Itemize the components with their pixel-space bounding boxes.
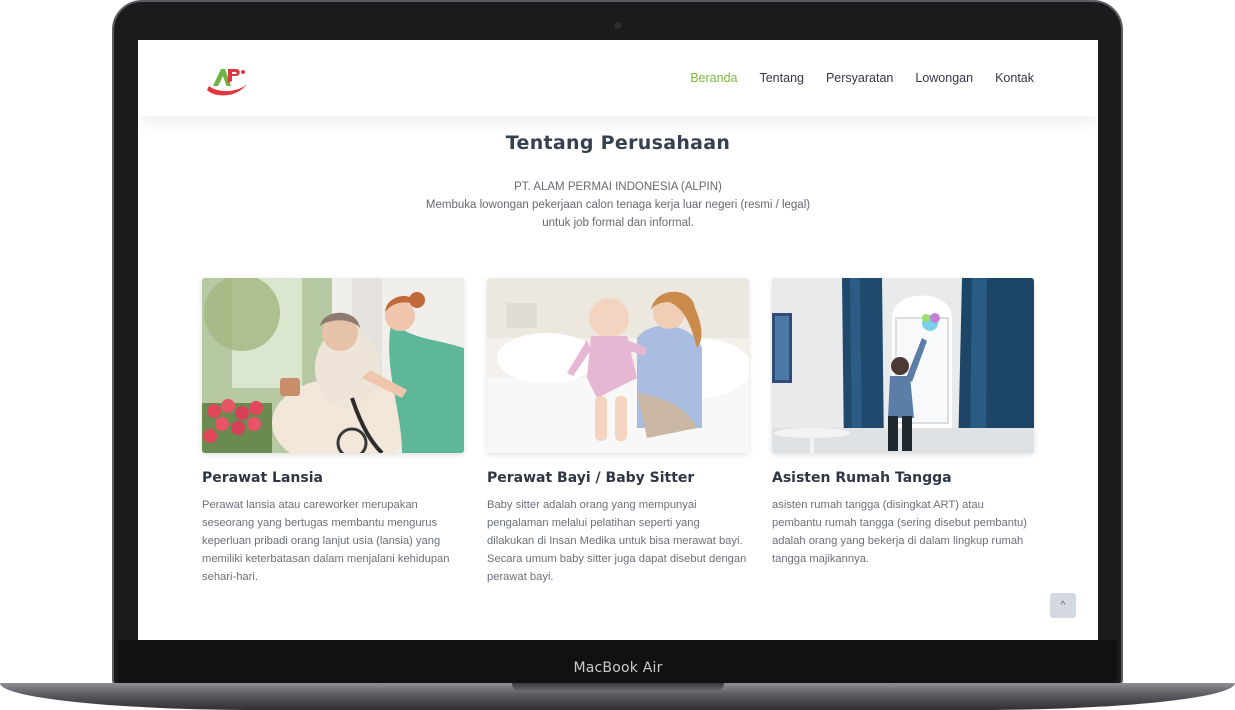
nav-beranda[interactable]: Beranda: [690, 71, 737, 85]
intro-line-1: Membuka lowongan pekerjaan calon tenaga …: [425, 199, 811, 211]
card-asisten-rumah-tangga: Asisten Rumah Tangga asisten rumah tangg…: [772, 278, 1034, 586]
card-description: Baby sitter adalah orang yang mempunyai …: [487, 499, 747, 583]
main-nav: Beranda Tentang Persyaratan Lowongan Kon…: [690, 71, 1034, 85]
back-to-top-button[interactable]: ^: [1050, 593, 1076, 618]
company-name: PT. ALAM PERMAI INDONESIA (ALPIN): [514, 181, 722, 193]
company-intro: PT. ALAM PERMAI INDONESIA (ALPIN) Membuk…: [138, 178, 1098, 232]
nav-lowongan[interactable]: Lowongan: [915, 71, 973, 85]
nav-kontak[interactable]: Kontak: [995, 71, 1034, 85]
site-header: Beranda Tentang Persyaratan Lowongan Kon…: [138, 40, 1098, 116]
card-title: Asisten Rumah Tangga: [772, 470, 952, 486]
baby-sitter-image: [487, 278, 749, 453]
card-title: Perawat Lansia: [202, 470, 323, 486]
camera-icon: [614, 22, 621, 29]
chevron-up-icon: ^: [1060, 600, 1066, 611]
card-baby-sitter: Perawat Bayi / Baby Sitter Baby sitter a…: [487, 278, 749, 586]
laptop-notch: [512, 683, 724, 692]
nav-persyaratan[interactable]: Persyaratan: [826, 71, 893, 85]
service-cards: Perawat Lansia Perawat lansia atau carew…: [202, 278, 1034, 586]
card-description: Perawat lansia atau careworker merupakan…: [202, 499, 450, 583]
nav-tentang[interactable]: Tentang: [759, 71, 803, 85]
elderly-care-image: [202, 278, 464, 453]
section-title: Tentang Perusahaan: [505, 132, 731, 154]
housekeeper-image: [772, 278, 1034, 453]
alpin-logo-icon[interactable]: [203, 64, 251, 98]
device-label: MacBook Air: [573, 660, 663, 676]
screen: Beranda Tentang Persyaratan Lowongan Kon…: [138, 40, 1098, 640]
intro-line-2: untuk job formal dan informal.: [542, 217, 694, 229]
card-description: asisten rumah tangga (disingkat ART) ata…: [772, 499, 1027, 565]
card-perawat-lansia: Perawat Lansia Perawat lansia atau carew…: [202, 278, 464, 586]
card-title: Perawat Bayi / Baby Sitter: [487, 470, 695, 486]
